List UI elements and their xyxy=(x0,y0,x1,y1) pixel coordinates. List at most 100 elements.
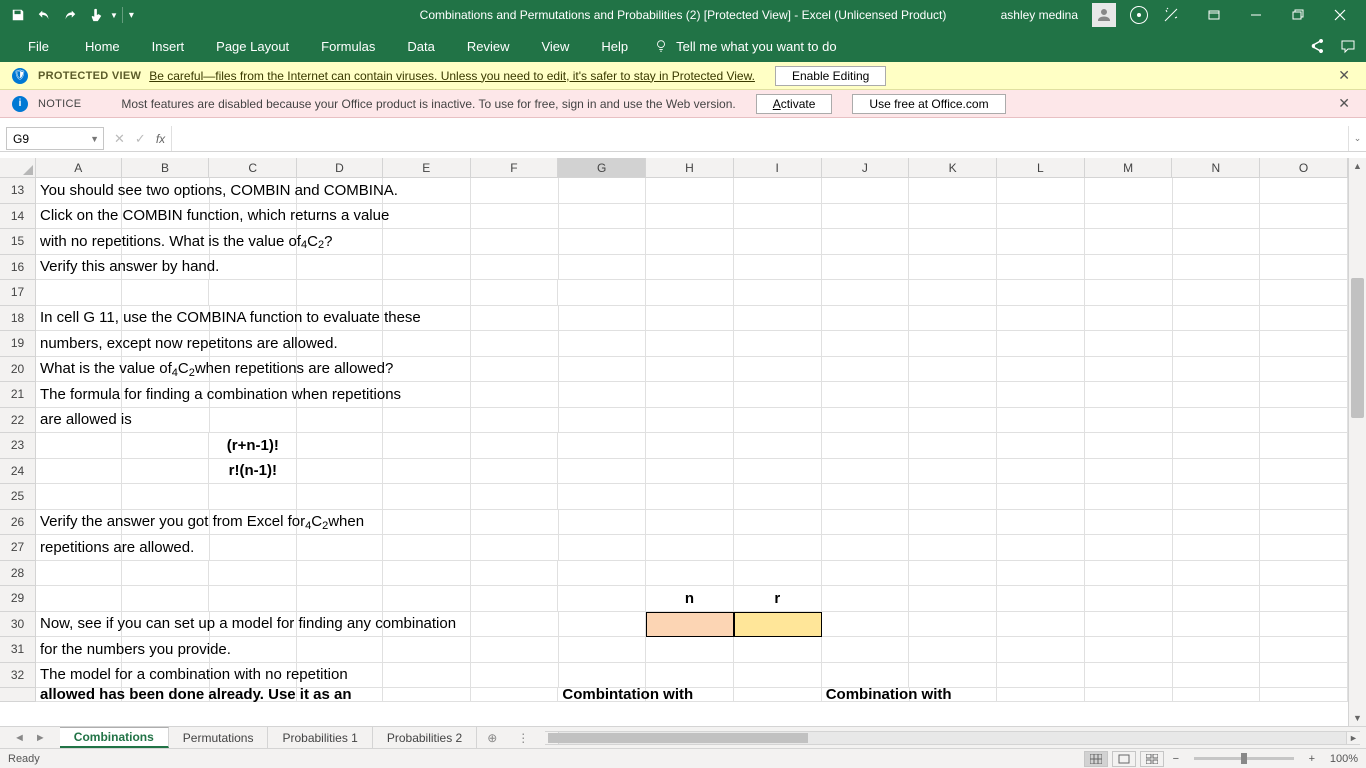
cell-J22[interactable] xyxy=(822,408,910,434)
cell-F18[interactable] xyxy=(471,306,559,332)
cell-A30[interactable]: Now, see if you can set up a model for f… xyxy=(36,612,122,638)
cell-O25[interactable] xyxy=(1260,484,1348,510)
cell-J27[interactable] xyxy=(822,535,910,561)
cell-D24[interactable] xyxy=(297,459,383,485)
ribbon-tab-data[interactable]: Data xyxy=(391,30,450,62)
cell-L30[interactable] xyxy=(997,612,1085,638)
cell-M20[interactable] xyxy=(1085,357,1173,383)
cell-N31[interactable] xyxy=(1173,637,1261,663)
cell-C22[interactable] xyxy=(210,408,298,434)
column-header-B[interactable]: B xyxy=(122,158,210,177)
cell-J20[interactable] xyxy=(822,357,910,383)
row-header[interactable]: 15 xyxy=(0,229,36,255)
cell-G21[interactable] xyxy=(559,382,647,408)
cell-G32[interactable] xyxy=(559,663,647,689)
cell-G14[interactable] xyxy=(559,204,647,230)
cell-O31[interactable] xyxy=(1260,637,1348,663)
cell-E16[interactable] xyxy=(383,255,471,281)
name-box[interactable]: G9 ▼ xyxy=(6,127,104,150)
cell-H29[interactable]: n xyxy=(646,586,734,612)
cell-G26[interactable] xyxy=(559,510,647,536)
cell-L19[interactable] xyxy=(997,331,1085,357)
scroll-thumb[interactable] xyxy=(1351,278,1364,418)
cell-H22[interactable] xyxy=(646,408,734,434)
cell-I29[interactable]: r xyxy=(734,586,822,612)
cell-F13[interactable] xyxy=(471,178,559,204)
cell-M25[interactable] xyxy=(1085,484,1173,510)
close-protected-bar[interactable]: ✕ xyxy=(1334,67,1354,84)
cell-G30[interactable] xyxy=(559,612,647,638)
spreadsheet-grid[interactable]: ABCDEFGHIJKLMNO 13You should see two opt… xyxy=(0,158,1348,726)
ribbon-tab-view[interactable]: View xyxy=(525,30,585,62)
cell-L32[interactable] xyxy=(997,663,1085,689)
magic-wand-icon[interactable] xyxy=(1162,6,1180,24)
cell-I17[interactable] xyxy=(734,280,822,306)
cell-J24[interactable] xyxy=(822,459,910,485)
cell-B23[interactable] xyxy=(122,433,210,459)
user-name[interactable]: ashley medina xyxy=(1001,8,1078,22)
cell-N21[interactable] xyxy=(1173,382,1261,408)
cell-G22[interactable] xyxy=(559,408,647,434)
cell-H28[interactable] xyxy=(646,561,734,587)
cell-F22[interactable] xyxy=(471,408,559,434)
row-header[interactable]: 16 xyxy=(0,255,36,281)
cell-O21[interactable] xyxy=(1260,382,1348,408)
cell-N23[interactable] xyxy=(1173,433,1261,459)
cell-I27[interactable] xyxy=(734,535,822,561)
cell-K17[interactable] xyxy=(909,280,997,306)
cell-K20[interactable] xyxy=(909,357,997,383)
cell-E33[interactable] xyxy=(383,688,471,702)
cell-O15[interactable] xyxy=(1260,229,1348,255)
ribbon-display-icon[interactable] xyxy=(1194,3,1234,27)
formula-cancel-icon[interactable]: ✕ xyxy=(114,131,125,147)
vertical-scrollbar[interactable]: ▲ ▼ xyxy=(1348,158,1366,726)
row-header[interactable]: 30 xyxy=(0,612,36,638)
sheet-tab-permutations[interactable]: Permutations xyxy=(169,727,269,748)
cell-G31[interactable] xyxy=(559,637,647,663)
row-header[interactable]: 17 xyxy=(0,280,36,306)
cell-N15[interactable] xyxy=(1173,229,1261,255)
cell-O26[interactable] xyxy=(1260,510,1348,536)
cell-A17[interactable] xyxy=(36,280,122,306)
cell-A22[interactable]: are allowed is xyxy=(36,408,122,434)
close-button[interactable] xyxy=(1320,3,1360,27)
cell-I22[interactable] xyxy=(734,408,822,434)
cell-G18[interactable] xyxy=(559,306,647,332)
cell-J17[interactable] xyxy=(822,280,910,306)
cell-I21[interactable] xyxy=(734,382,822,408)
horizontal-scrollbar[interactable]: ◄ ► xyxy=(545,731,1360,745)
cell-I14[interactable] xyxy=(734,204,822,230)
cell-N30[interactable] xyxy=(1173,612,1261,638)
cell-J16[interactable] xyxy=(822,255,910,281)
column-header-H[interactable]: H xyxy=(646,158,734,177)
cell-F33[interactable] xyxy=(471,688,559,702)
cell-L27[interactable] xyxy=(997,535,1085,561)
cell-B22[interactable] xyxy=(122,408,210,434)
cell-N32[interactable] xyxy=(1173,663,1261,689)
cell-C28[interactable] xyxy=(209,561,297,587)
cell-K22[interactable] xyxy=(909,408,997,434)
cell-M18[interactable] xyxy=(1085,306,1173,332)
cell-M13[interactable] xyxy=(1085,178,1173,204)
touch-mode-icon[interactable] xyxy=(84,3,108,27)
page-layout-view-button[interactable] xyxy=(1112,751,1136,767)
cell-H32[interactable] xyxy=(646,663,734,689)
cell-N20[interactable] xyxy=(1173,357,1261,383)
cell-E31[interactable] xyxy=(383,637,471,663)
cell-I28[interactable] xyxy=(734,561,822,587)
cell-K21[interactable] xyxy=(909,382,997,408)
cell-O23[interactable] xyxy=(1260,433,1348,459)
cell-H27[interactable] xyxy=(646,535,734,561)
cell-I13[interactable] xyxy=(734,178,822,204)
column-header-O[interactable]: O xyxy=(1260,158,1348,177)
scroll-right-icon[interactable]: ► xyxy=(1346,732,1360,744)
cell-M27[interactable] xyxy=(1085,535,1173,561)
cell-A24[interactable] xyxy=(36,459,122,485)
cell-L14[interactable] xyxy=(997,204,1085,230)
cell-I32[interactable] xyxy=(734,663,822,689)
cell-F17[interactable] xyxy=(471,280,559,306)
cell-H18[interactable] xyxy=(646,306,734,332)
cell-D17[interactable] xyxy=(297,280,383,306)
cell-N13[interactable] xyxy=(1173,178,1261,204)
cell-D29[interactable] xyxy=(297,586,383,612)
